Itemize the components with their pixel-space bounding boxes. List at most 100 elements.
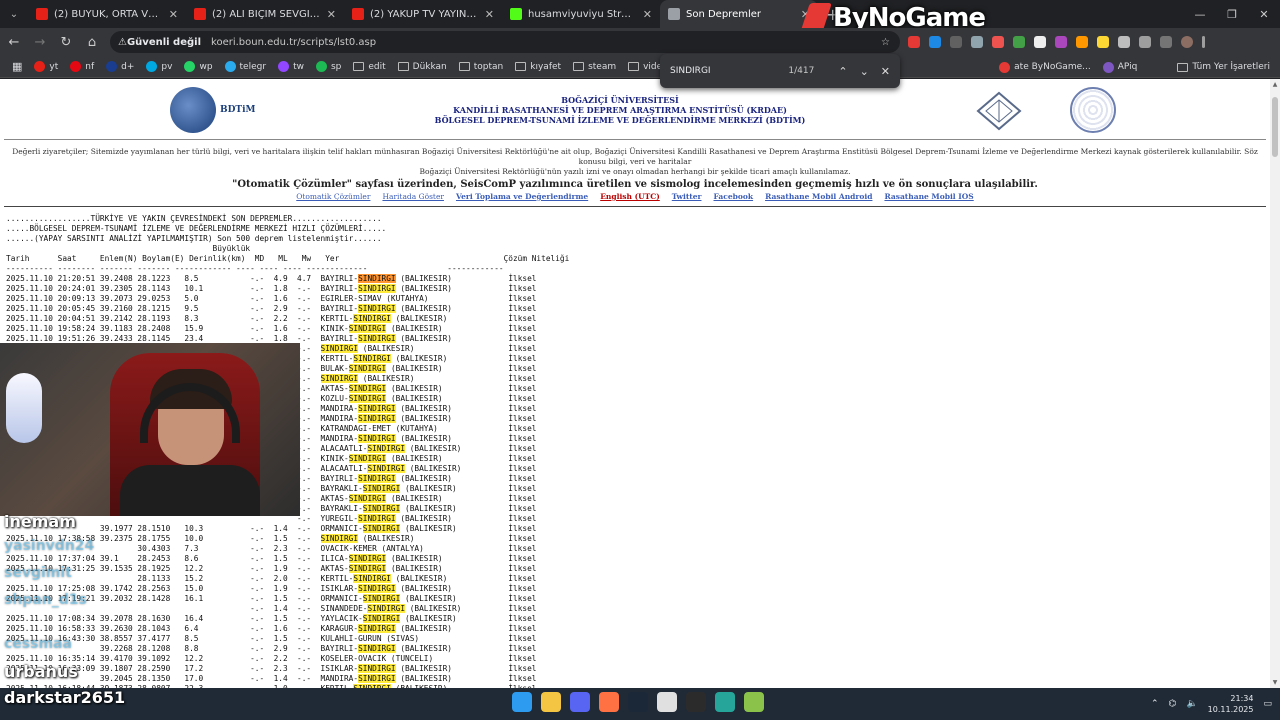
bookmark-favicon-icon	[315, 61, 327, 72]
tab-close-icon[interactable]: ✕	[643, 8, 652, 21]
title-line-institute: KANDİLLİ RASATHANESİ VE DEPREM ARAŞTIRMA…	[453, 105, 787, 115]
earthquake-location: YAYLACIK-SINDIRGI (BALIKESIR)	[320, 614, 457, 623]
earthquake-location: MANDIRA-SINDIRGI (BALIKESIR)	[320, 674, 452, 683]
profile-avatar-icon[interactable]	[1181, 36, 1193, 48]
bookmark-item[interactable]: pv	[146, 61, 172, 72]
tray-overflow-icon[interactable]: ⌃	[1151, 699, 1159, 709]
extension-icon[interactable]	[1118, 36, 1130, 48]
maximize-button[interactable]: ❐	[1216, 0, 1248, 28]
bookmark-item[interactable]: sp	[315, 61, 342, 72]
bookmark-item[interactable]: nf	[70, 61, 94, 72]
all-bookmarks-button[interactable]: Tüm Yer İşaretleri	[1177, 62, 1270, 72]
vpn-app-icon[interactable]	[744, 692, 764, 712]
find-match-highlight: SINDIRGI	[358, 304, 396, 313]
earthquake-location: AKTAS-SINDIRGI (BALIKESIR)	[320, 564, 443, 573]
extension-icon[interactable]	[992, 36, 1004, 48]
media-control-icon[interactable]	[1160, 36, 1172, 48]
apps-grid-icon[interactable]: ▦	[12, 60, 22, 73]
links-divider	[4, 206, 1266, 207]
scroll-up-icon[interactable]: ▲	[1271, 81, 1279, 88]
find-match-highlight: SINDIRGI	[358, 284, 396, 293]
chrome-icon[interactable]	[657, 692, 677, 712]
site-link[interactable]: Veri Toplama ve Değerlendirme	[456, 192, 588, 201]
bookmark-item[interactable]: steam	[573, 61, 616, 72]
discord-icon[interactable]	[570, 692, 590, 712]
url-text[interactable]: koeri.boun.edu.tr/scripts/lst0.asp	[211, 37, 376, 48]
site-link[interactable]: Otomatik Çözümler	[296, 192, 370, 201]
media-app-icon[interactable]	[599, 692, 619, 712]
close-window-button[interactable]: ✕	[1248, 0, 1280, 28]
file-explorer-icon[interactable]	[541, 692, 561, 712]
page-scrollbar[interactable]: ▲ ▼	[1270, 79, 1280, 688]
extensions-puzzle-icon[interactable]	[1139, 36, 1151, 48]
browser-tab[interactable]: Son Depremler✕	[660, 0, 818, 28]
minimize-button[interactable]: —	[1184, 0, 1216, 28]
browser-menu-icon[interactable]	[1202, 36, 1205, 48]
steam-icon[interactable]	[628, 692, 648, 712]
bookmark-item[interactable]: wp	[184, 61, 213, 72]
clock[interactable]: 21:34 10.11.2025	[1208, 693, 1254, 715]
site-link[interactable]: Rasathane Mobil Android	[765, 192, 872, 201]
bookmark-item[interactable]: kıyafet	[515, 61, 561, 72]
extension-icon[interactable]	[1076, 36, 1088, 48]
extension-icon[interactable]	[1097, 36, 1109, 48]
site-link[interactable]: English (UTC)	[600, 192, 660, 201]
site-link[interactable]: Facebook	[714, 192, 754, 201]
scrollbar-thumb[interactable]	[1272, 97, 1278, 157]
find-close-icon[interactable]: ✕	[881, 65, 890, 78]
extension-icon[interactable]	[929, 36, 941, 48]
forward-icon[interactable]: →	[28, 30, 52, 54]
bookmark-star-icon[interactable]: ☆	[881, 37, 890, 48]
reload-icon[interactable]: ↻	[54, 30, 78, 54]
site-link[interactable]: Twitter	[672, 192, 702, 201]
clock-date: 10.11.2025	[1207, 705, 1254, 714]
bookmark-item[interactable]: toptan	[458, 61, 503, 72]
find-previous-icon[interactable]: ⌃	[838, 65, 847, 78]
extension-icon[interactable]	[1013, 36, 1025, 48]
bookmark-item[interactable]: yt	[34, 61, 58, 72]
extension-icon[interactable]	[1055, 36, 1067, 48]
home-icon[interactable]: ⌂	[80, 30, 104, 54]
adblock-extension-icon[interactable]	[908, 36, 920, 48]
browser-tab[interactable]: (2) YAKUP TV YAYINDA EVİ KEB ✕	[344, 0, 502, 28]
terminal-icon[interactable]	[686, 692, 706, 712]
tab-title: Son Depremler	[686, 8, 762, 20]
tab-close-icon[interactable]: ✕	[169, 8, 178, 21]
earthquake-row: 2025.11.10 20:09:13 39.2073 29.0253 5.0 …	[6, 294, 537, 303]
bookmark-item[interactable]: Dükkan	[397, 61, 447, 72]
bookmark-item[interactable]: telegr	[224, 61, 266, 72]
browser-tab[interactable]: husamviyuviyu Stream - Watch ✕	[502, 0, 660, 28]
extension-icon[interactable]	[950, 36, 962, 48]
volume-icon[interactable]: 🔈	[1186, 699, 1197, 709]
bookmark-label: edit	[368, 61, 386, 72]
notifications-icon[interactable]: ▭	[1263, 699, 1272, 709]
browser-tab[interactable]: (2) ALİ BİÇİM SEVGİLİSİNDEN A ✕	[186, 0, 344, 28]
extension-icon[interactable]	[1034, 36, 1046, 48]
bookmark-item[interactable]: ate ByNoGame...	[999, 61, 1091, 73]
earthquake-location: ILICA-SINDIRGI (BALIKESIR)	[320, 554, 443, 563]
bookmark-favicon-icon	[146, 61, 158, 72]
bookmark-item[interactable]: APiq	[1102, 61, 1137, 73]
bookmark-item[interactable]: tw	[278, 61, 304, 72]
scroll-down-icon[interactable]: ▼	[1271, 679, 1279, 686]
tab-close-icon[interactable]: ✕	[485, 8, 494, 21]
find-next-icon[interactable]: ⌄	[860, 65, 869, 78]
bookmark-item[interactable]: d+	[106, 61, 134, 72]
tab-search-button[interactable]: ⌄	[0, 0, 28, 28]
browser-tab[interactable]: (2) BÜYÜK, ORTA VEYA KÜÇÜK ✕	[28, 0, 186, 28]
site-link[interactable]: Haritada Göster	[382, 192, 444, 201]
network-icon[interactable]: ⌬	[1169, 699, 1177, 709]
site-link[interactable]: Rasathane Mobil IOS	[884, 192, 973, 201]
find-input[interactable]: SINDIRGI	[670, 66, 788, 76]
bookmark-item[interactable]: edit	[353, 61, 386, 72]
bookmark-label: sp	[330, 61, 342, 72]
back-icon[interactable]: ←	[2, 30, 26, 54]
windows-start-icon[interactable]	[512, 692, 532, 712]
tab-close-icon[interactable]: ✕	[327, 8, 336, 21]
find-match-count: 1/417	[788, 66, 815, 76]
security-indicator[interactable]: Güvenli değil	[118, 37, 201, 48]
tab-title: (2) BÜYÜK, ORTA VEYA KÜÇÜK	[54, 8, 163, 20]
obs-app-icon[interactable]	[715, 692, 735, 712]
extension-icon[interactable]	[971, 36, 983, 48]
address-bar[interactable]: Güvenli değil koeri.boun.edu.tr/scripts/…	[110, 31, 900, 53]
